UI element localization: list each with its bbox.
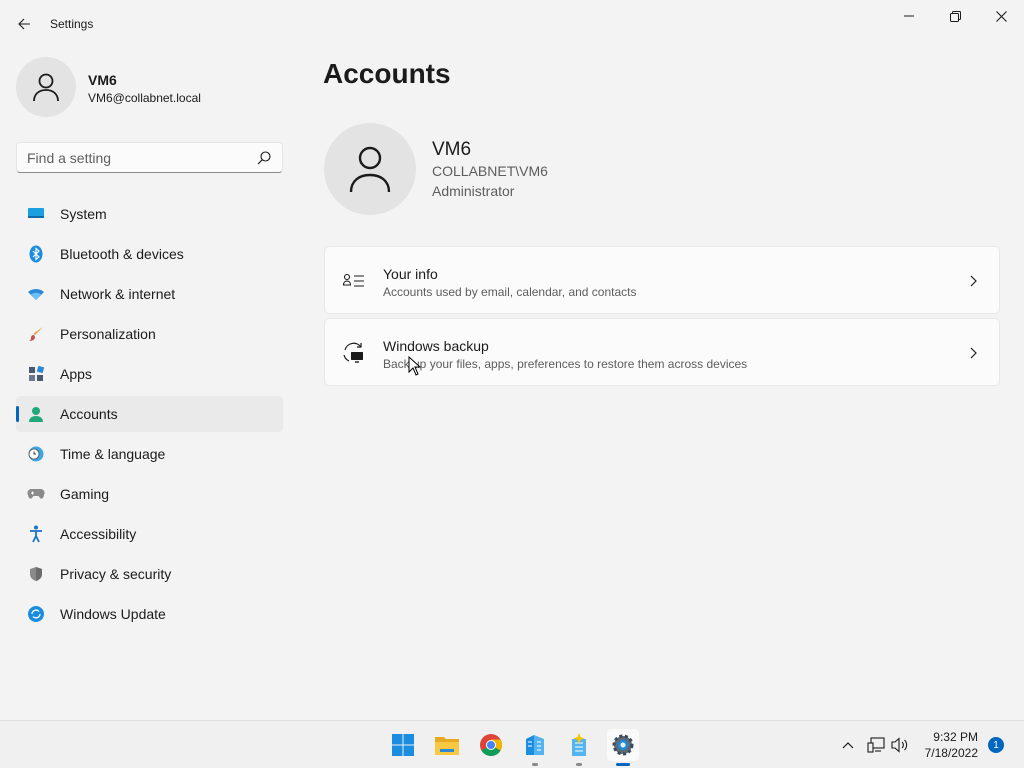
profile-name: VM6	[88, 72, 117, 88]
sidebar-item-label: Time & language	[60, 446, 166, 462]
chevron-right-icon	[970, 275, 977, 287]
sidebar-item-windows-update[interactable]: Windows Update	[16, 596, 283, 632]
network-tray-button[interactable]	[866, 735, 886, 755]
person-icon	[33, 73, 59, 102]
account-name: VM6	[432, 139, 472, 160]
taskbar: 9:32 PM 7/18/2022 1	[0, 720, 1024, 768]
windows-backup-card[interactable]: Windows backup Back up your files, apps,…	[324, 318, 1000, 386]
title-bar: Settings	[0, 0, 1024, 48]
taskbar-app-sparkle[interactable]	[563, 729, 595, 766]
sidebar-item-label: Network & internet	[60, 286, 176, 302]
update-icon	[27, 605, 45, 623]
sidebar-item-label: Apps	[60, 366, 92, 382]
minimize-button[interactable]	[886, 0, 932, 32]
restore-icon	[949, 10, 961, 22]
settings-gear-icon	[612, 734, 634, 756]
chevron-right-icon	[970, 347, 977, 359]
volume-icon	[891, 737, 908, 753]
person-icon	[349, 146, 391, 193]
minimize-icon	[904, 15, 914, 17]
sidebar-item-accounts[interactable]: Accounts	[16, 396, 283, 432]
sidebar-item-accessibility[interactable]: Accessibility	[16, 516, 283, 552]
sidebar-item-bluetooth[interactable]: Bluetooth & devices	[16, 236, 283, 272]
close-button[interactable]	[978, 0, 1024, 32]
search-input[interactable]	[27, 149, 247, 167]
back-arrow-icon	[18, 18, 30, 30]
sidebar-item-label: Accessibility	[60, 526, 137, 542]
back-button[interactable]	[12, 12, 36, 36]
backup-icon	[342, 341, 366, 365]
sidebar-item-apps[interactable]: Apps	[16, 356, 283, 392]
sidebar-item-gaming[interactable]: Gaming	[16, 476, 283, 512]
show-hidden-icons-button[interactable]	[838, 735, 858, 755]
start-icon	[392, 734, 414, 756]
taskbar-app-buildings[interactable]	[519, 729, 551, 766]
sidebar-item-label: Accounts	[60, 406, 118, 422]
avatar	[16, 57, 76, 117]
clock-globe-icon	[27, 445, 45, 463]
account-role: Administrator	[432, 183, 515, 199]
buildings-icon	[526, 735, 544, 755]
card-subtitle: Back up your files, apps, preferences to…	[383, 357, 748, 371]
sidebar-item-network[interactable]: Network & internet	[16, 276, 283, 312]
apps-icon	[27, 365, 45, 383]
account-domain: COLLABNET\VM6	[432, 163, 548, 179]
clock-time: 9:32 PM	[933, 730, 978, 744]
sidebar-item-privacy-security[interactable]: Privacy & security	[16, 556, 283, 592]
close-icon	[995, 10, 1007, 22]
volume-tray-button[interactable]	[890, 735, 910, 755]
user-profile[interactable]: VM6 VM6@collabnet.local	[16, 57, 286, 117]
notification-badge[interactable]: 1	[988, 737, 1004, 753]
bluetooth-icon	[27, 245, 45, 263]
restore-button[interactable]	[932, 0, 978, 32]
card-title: Your info	[383, 266, 438, 282]
taskbar-settings[interactable]	[607, 729, 639, 766]
sidebar-item-label: Privacy & security	[60, 566, 172, 582]
chrome-icon	[480, 734, 502, 756]
search-icon[interactable]	[256, 150, 272, 166]
page-title: Accounts	[323, 58, 451, 89]
sparkle-app-icon	[572, 733, 586, 756]
sidebar-item-label: Bluetooth & devices	[60, 246, 184, 262]
network-computer-icon	[867, 737, 885, 753]
contact-card-icon	[342, 269, 366, 293]
sidebar-nav: System Bluetooth & devices Network & int…	[16, 196, 283, 636]
your-info-card[interactable]: Your info Accounts used by email, calend…	[324, 246, 1000, 314]
taskbar-clock[interactable]: 9:32 PM 7/18/2022	[910, 729, 978, 761]
search-box[interactable]	[16, 142, 283, 173]
sidebar-item-time-language[interactable]: Time & language	[16, 436, 283, 472]
taskbar-file-explorer[interactable]	[431, 729, 463, 761]
sidebar-item-label: System	[60, 206, 107, 222]
person-icon	[27, 405, 45, 423]
profile-email: VM6@collabnet.local	[88, 91, 201, 105]
running-indicator	[616, 763, 630, 766]
sidebar-item-system[interactable]: System	[16, 196, 283, 232]
sidebar-item-label: Gaming	[60, 486, 110, 502]
mouse-cursor-icon	[408, 356, 422, 376]
system-icon	[27, 205, 45, 223]
wifi-icon	[27, 285, 45, 303]
running-indicator	[532, 763, 538, 766]
gamepad-icon	[27, 485, 45, 503]
file-explorer-icon	[435, 737, 459, 755]
clock-date: 7/18/2022	[924, 746, 978, 760]
brush-icon	[27, 325, 45, 343]
sidebar-item-label: Personalization	[60, 326, 156, 342]
shield-icon	[27, 565, 45, 583]
chevron-up-icon	[842, 742, 854, 749]
sidebar-item-personalization[interactable]: Personalization	[16, 316, 283, 352]
account-avatar	[324, 123, 416, 215]
start-button[interactable]	[387, 729, 419, 761]
sidebar-item-label: Windows Update	[60, 606, 166, 622]
card-title: Windows backup	[383, 338, 489, 354]
card-subtitle: Accounts used by email, calendar, and co…	[383, 285, 637, 299]
running-indicator	[576, 763, 582, 766]
taskbar-chrome[interactable]	[475, 729, 507, 761]
accessibility-icon	[27, 525, 45, 543]
window-title: Settings	[50, 17, 94, 31]
